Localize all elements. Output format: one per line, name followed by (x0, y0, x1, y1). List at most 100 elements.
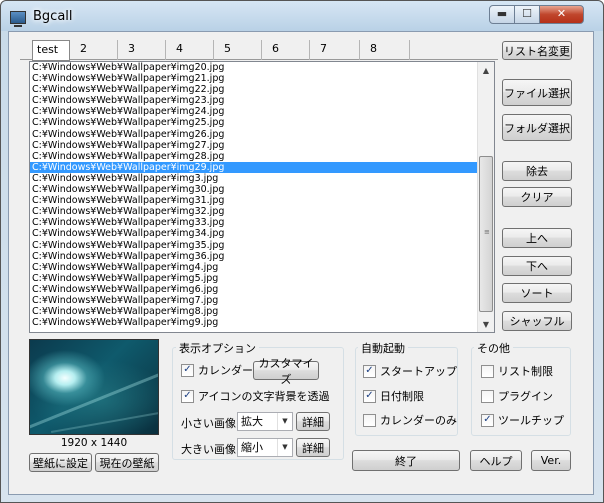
large-image-label: 大きい画像 (181, 443, 236, 456)
list-item[interactable]: C:¥Windows¥Web¥Wallpaper¥img6.jpg (30, 284, 478, 295)
list-item[interactable]: C:¥Windows¥Web¥Wallpaper¥img3.jpg (30, 173, 478, 184)
list-item[interactable]: C:¥Windows¥Web¥Wallpaper¥img28.jpg (30, 151, 478, 162)
calendar-only-checkbox[interactable]: カレンダーのみ (363, 412, 457, 428)
calendar-only-label: カレンダーのみ (380, 414, 457, 427)
autostart-title: 自動起動 (358, 340, 408, 356)
list-limit-label: リスト制限 (498, 365, 553, 378)
list-item[interactable]: C:¥Windows¥Web¥Wallpaper¥img29.jpg (30, 161, 478, 173)
icon-transparent-checkbox[interactable]: ✓ アイコンの文字背景を透過 (181, 388, 329, 404)
tooltip-label: ツールチップ (498, 414, 564, 427)
select-file-button[interactable]: ファイル選択 (502, 79, 572, 106)
list-item[interactable]: C:¥Windows¥Web¥Wallpaper¥img21.jpg (30, 73, 478, 84)
tab-8[interactable]: 8 (360, 40, 410, 60)
list-item[interactable]: C:¥Windows¥Web¥Wallpaper¥img25.jpg (30, 117, 478, 128)
scroll-up-icon[interactable]: ▲ (478, 62, 494, 78)
help-button[interactable]: ヘルプ (470, 450, 522, 471)
list-item[interactable]: C:¥Windows¥Web¥Wallpaper¥img20.jpg (30, 62, 478, 73)
customize-button[interactable]: カスタマイズ (253, 357, 319, 386)
chevron-down-icon: ▼ (277, 439, 292, 456)
list-item[interactable]: C:¥Windows¥Web¥Wallpaper¥img36.jpg (30, 251, 478, 262)
other-title: その他 (474, 340, 513, 356)
select-folder-button[interactable]: フォルダ選択 (502, 114, 572, 141)
check-icon: ✓ (181, 363, 194, 377)
tab-2[interactable]: 2 (70, 40, 118, 60)
calendar-checkbox[interactable]: ✓ カレンダー (181, 362, 253, 378)
icon-transparent-label: アイコンの文字背景を透過 (198, 390, 330, 403)
check-icon: ✓ (481, 413, 494, 427)
list-item[interactable]: C:¥Windows¥Web¥Wallpaper¥img7.jpg (30, 295, 478, 306)
tooltip-checkbox[interactable]: ✓ ツールチップ (481, 412, 564, 428)
date-limit-label: 日付制限 (380, 390, 424, 403)
list-item[interactable]: C:¥Windows¥Web¥Wallpaper¥img26.jpg (30, 129, 478, 140)
list-item[interactable]: C:¥Windows¥Web¥Wallpaper¥img24.jpg (30, 106, 478, 117)
list-item[interactable]: C:¥Windows¥Web¥Wallpaper¥img4.jpg (30, 262, 478, 273)
check-icon: ✓ (181, 389, 194, 403)
small-image-label: 小さい画像 (181, 417, 236, 430)
check-icon (363, 413, 376, 427)
list-item[interactable]: C:¥Windows¥Web¥Wallpaper¥img31.jpg (30, 195, 478, 206)
list-item[interactable]: C:¥Windows¥Web¥Wallpaper¥img5.jpg (30, 273, 478, 284)
preview-resolution: 1920 x 1440 (60, 437, 128, 449)
wallpaper-preview (29, 339, 159, 435)
check-icon: ✓ (363, 364, 376, 378)
move-up-button[interactable]: 上へ (502, 228, 572, 248)
title-bar[interactable]: Bgcall ▬ ☐ ✕ (1, 1, 603, 31)
set-wallpaper-button[interactable]: 壁紙に設定 (29, 453, 92, 472)
close-button[interactable]: ✕ (539, 5, 584, 24)
shuffle-button[interactable]: シャッフル (502, 311, 572, 331)
current-wallpaper-button[interactable]: 現在の壁紙 (95, 453, 159, 472)
tab-7[interactable]: 7 (310, 40, 360, 60)
tab-6[interactable]: 6 (262, 40, 310, 60)
maximize-button[interactable]: ☐ (514, 5, 540, 24)
minimize-button[interactable]: ▬ (489, 5, 515, 24)
large-image-select[interactable]: 縮小 ▼ (237, 438, 293, 457)
small-image-detail-button[interactable]: 詳細 (296, 412, 330, 431)
list-item[interactable]: C:¥Windows¥Web¥Wallpaper¥img22.jpg (30, 84, 478, 95)
startup-label: スタートアップ (380, 365, 457, 378)
list-item[interactable]: C:¥Windows¥Web¥Wallpaper¥img8.jpg (30, 306, 478, 317)
exit-button[interactable]: 終了 (352, 450, 460, 471)
tab-5[interactable]: 5 (214, 40, 262, 60)
sort-button[interactable]: ソート (502, 283, 572, 303)
list-item[interactable]: C:¥Windows¥Web¥Wallpaper¥img23.jpg (30, 95, 478, 106)
scroll-thumb[interactable]: ≡ (479, 156, 493, 312)
file-list: C:¥Windows¥Web¥Wallpaper¥img20.jpg C:¥Win… (30, 62, 478, 328)
list-item[interactable]: C:¥Windows¥Web¥Wallpaper¥img34.jpg (30, 228, 478, 239)
version-button[interactable]: Ver. (531, 450, 571, 471)
list-limit-checkbox[interactable]: リスト制限 (481, 363, 553, 379)
plugin-checkbox[interactable]: プラグイン (481, 388, 553, 404)
chevron-down-icon: ▼ (277, 413, 292, 430)
grip-icon: ≡ (484, 228, 490, 236)
window-title: Bgcall (33, 9, 73, 24)
display-options-title: 表示オプション (176, 340, 259, 356)
list-item[interactable]: C:¥Windows¥Web¥Wallpaper¥img30.jpg (30, 184, 478, 195)
list-item[interactable]: C:¥Windows¥Web¥Wallpaper¥img33.jpg (30, 217, 478, 228)
move-down-button[interactable]: 下へ (502, 256, 572, 276)
file-listbox[interactable]: C:¥Windows¥Web¥Wallpaper¥img20.jpg C:¥Win… (29, 61, 495, 333)
check-icon: ✓ (363, 389, 376, 403)
list-tabs: test 2 3 4 5 6 7 8 (20, 40, 425, 61)
tab-test[interactable]: test (32, 40, 70, 61)
vertical-scrollbar[interactable]: ▲ ≡ ▼ (477, 62, 494, 332)
remove-button[interactable]: 除去 (502, 161, 572, 181)
large-image-detail-button[interactable]: 詳細 (296, 438, 330, 457)
date-limit-checkbox[interactable]: ✓ 日付制限 (363, 388, 424, 404)
calendar-label: カレンダー (198, 364, 253, 377)
clear-button[interactable]: クリア (502, 187, 572, 207)
tab-3[interactable]: 3 (118, 40, 166, 60)
check-icon (481, 389, 494, 403)
check-icon (481, 364, 494, 378)
rename-list-button[interactable]: リスト名変更 (502, 41, 572, 60)
plugin-label: プラグイン (498, 390, 553, 403)
small-image-select[interactable]: 拡大 ▼ (237, 412, 293, 431)
startup-checkbox[interactable]: ✓ スタートアップ (363, 363, 457, 379)
scroll-down-icon[interactable]: ▼ (478, 316, 494, 332)
list-item[interactable]: C:¥Windows¥Web¥Wallpaper¥img27.jpg (30, 140, 478, 151)
large-image-value: 縮小 (241, 441, 263, 454)
tab-4[interactable]: 4 (166, 40, 214, 60)
list-item[interactable]: C:¥Windows¥Web¥Wallpaper¥img9.jpg (30, 317, 478, 328)
small-image-value: 拡大 (241, 415, 263, 428)
list-item[interactable]: C:¥Windows¥Web¥Wallpaper¥img35.jpg (30, 240, 478, 251)
monitor-icon (10, 11, 26, 27)
list-item[interactable]: C:¥Windows¥Web¥Wallpaper¥img32.jpg (30, 206, 478, 217)
